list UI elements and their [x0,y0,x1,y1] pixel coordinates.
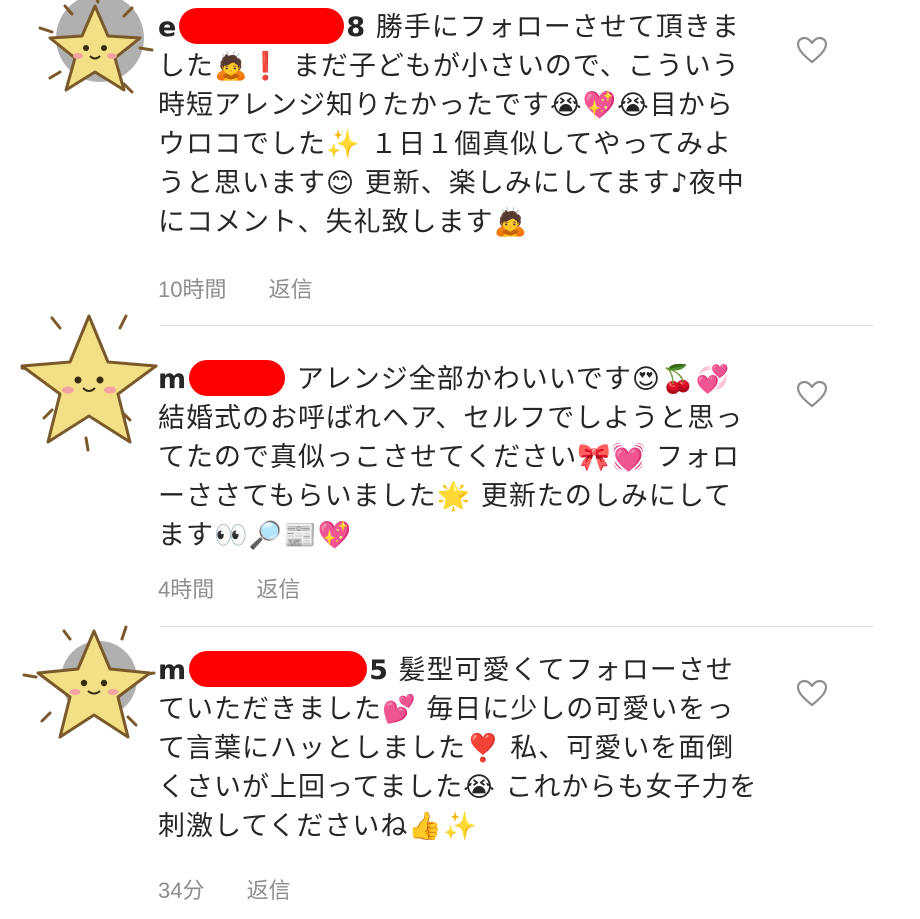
avatar[interactable] [14,617,164,767]
heart-outline-icon [796,36,828,64]
timestamp: 34分 [158,878,205,903]
reply-button[interactable]: 返信 [269,277,313,302]
redaction-mark [189,651,368,687]
comment-meta: 4時間 返信 [158,572,336,604]
comment-body: m5 髪型可愛くてフォローさせていただきました💕 毎日に少しの可愛いをって言葉に… [158,651,758,846]
username[interactable]: m5 [158,651,389,687]
avatar[interactable] [20,0,170,138]
star-face-icon [22,625,156,739]
reply-button[interactable]: 返信 [256,577,300,602]
star-face-icon [20,314,158,452]
star-face-icon [38,0,154,94]
heart-outline-icon [796,679,828,707]
comment-item: m5 髪型可愛くてフォローさせていただきました💕 毎日に少しの可愛いをって言葉に… [0,625,920,919]
timestamp: 4時間 [158,577,215,602]
timestamp: 10時間 [158,277,227,302]
redaction-mark [179,8,345,44]
like-button[interactable] [796,36,828,64]
heart-outline-icon [796,380,828,408]
comment-text: 勝手にフォローさせて頂きました🙇❗️ まだ子どもが小さいので、こういう時短アレン… [158,12,745,238]
username[interactable]: e8 [158,8,366,44]
comment-body: m アレンジ全部かわいいです😍🍒💞 結婚式のお呼ばれヘア、セルフでしようと思って… [158,360,758,555]
avatar[interactable] [14,308,164,458]
username[interactable]: m [158,360,287,396]
comment-item: m アレンジ全部かわいいです😍🍒💞 結婚式のお呼ばれヘア、セルフでしようと思って… [0,314,920,626]
reply-button[interactable]: 返信 [247,878,291,903]
like-button[interactable] [796,679,828,707]
like-button[interactable] [796,380,828,408]
comment-meta: 10時間 返信 [158,272,349,304]
comment-item: e8 勝手にフォローさせて頂きました🙇❗️ まだ子どもが小さいので、こういう時短… [0,0,920,325]
comment-meta: 34分 返信 [158,873,327,905]
comment-body: e8 勝手にフォローさせて頂きました🙇❗️ まだ子どもが小さいので、こういう時短… [158,8,758,242]
redaction-mark [189,360,286,396]
